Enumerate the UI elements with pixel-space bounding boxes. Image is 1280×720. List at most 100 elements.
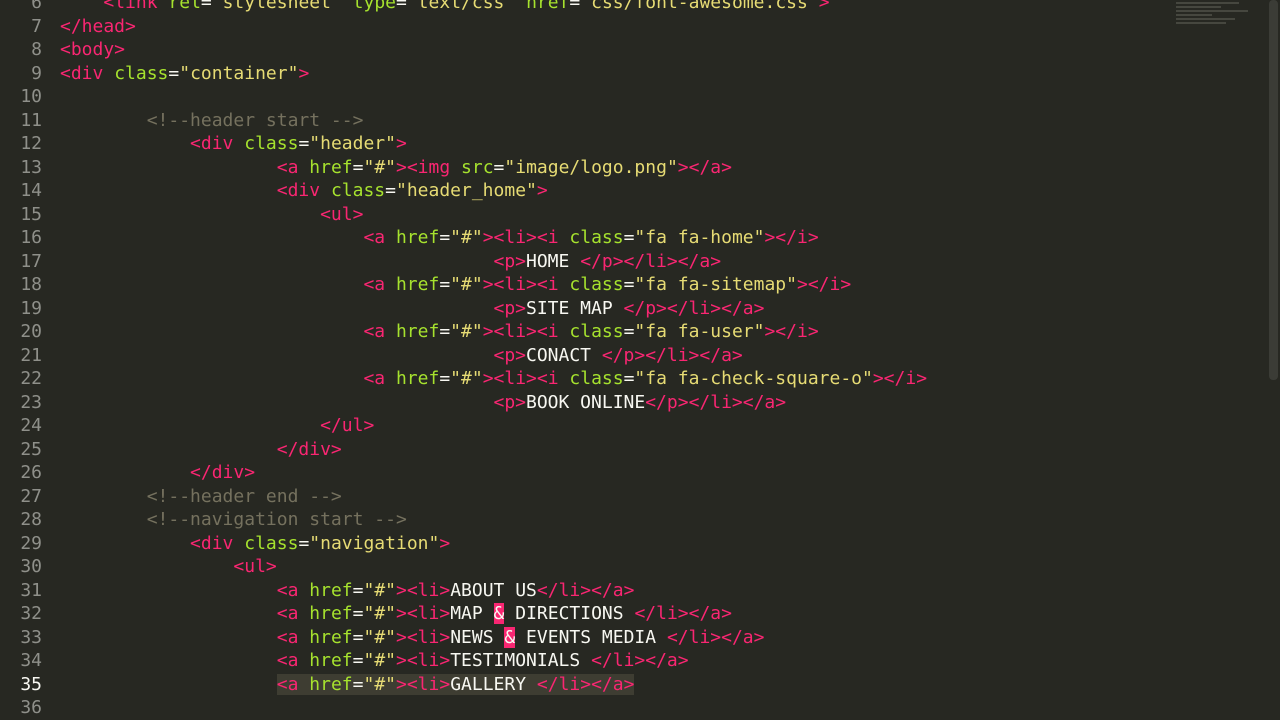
- code-line[interactable]: <a href="#"><li><i class="fa fa-sitemap"…: [60, 273, 1240, 297]
- code-token: </p></li></a>: [623, 297, 765, 319]
- code-line[interactable]: <a href="#"><li><i class="fa fa-home"></…: [60, 226, 1240, 250]
- code-line[interactable]: <a href="#"><li>NEWS & EVENTS MEDIA </li…: [60, 626, 1240, 650]
- line-number: 16: [20, 227, 42, 248]
- code-line[interactable]: <a href="#"><img src="image/logo.png"></…: [60, 156, 1240, 180]
- code-token: href: [395, 274, 440, 295]
- code-token: href: [395, 368, 440, 389]
- code-line[interactable]: <div class="header">: [60, 132, 1240, 156]
- code-token: <a: [276, 626, 299, 648]
- vertical-scrollbar[interactable]: [1269, 0, 1278, 380]
- code-token: =: [623, 274, 635, 295]
- code-line[interactable]: <!--header start -->: [60, 109, 1240, 133]
- code-line[interactable]: <link rel="stylesheet" type="text/css" h…: [60, 0, 1240, 15]
- code-token: <a: [363, 321, 386, 342]
- code-token: <div: [276, 180, 321, 201]
- code-token: GALLERY: [450, 673, 537, 695]
- code-token: rel: [168, 0, 201, 13]
- line-number: 27: [20, 485, 42, 507]
- code-line[interactable]: </head>: [60, 15, 1240, 39]
- code-token: &: [504, 626, 516, 648]
- code-line[interactable]: <p>CONACT </p></li></a>: [60, 344, 1240, 368]
- line-number: 12: [20, 133, 42, 154]
- line-number: 15: [20, 203, 42, 225]
- code-token: &: [493, 603, 505, 624]
- code-editor[interactable]: 6 7 8 9 10 11 12 13 14 15 16 17 18 19 20 21 22 23 24 25 26 27…: [0, 0, 1280, 720]
- line-number-gutter: 6 7 8 9 10 11 12 13 14 15 16 17 18 19 20 21 22 23 24 25 26 27…: [0, 0, 42, 720]
- code-token: "#": [363, 603, 396, 624]
- code-token: </p></li></a>: [580, 250, 722, 272]
- code-token: href: [309, 579, 353, 601]
- code-line[interactable]: </div>: [60, 438, 1240, 462]
- code-token: >: [298, 62, 310, 84]
- line-number: 35: [20, 673, 42, 695]
- code-token: class: [569, 227, 624, 248]
- line-number: 23: [20, 391, 42, 413]
- code-token: type: [352, 0, 396, 13]
- code-line[interactable]: <a href="#"><li>GALLERY </li></a>: [60, 673, 1240, 697]
- code-line[interactable]: <a href="#"><li>ABOUT US</li></a>: [60, 579, 1240, 603]
- code-line[interactable]: </div>: [60, 461, 1240, 485]
- code-line[interactable]: <!--navigation start -->: [60, 508, 1240, 532]
- code-line[interactable]: <ul>: [60, 555, 1240, 579]
- code-token: EVENTS MEDIA: [515, 626, 667, 648]
- code-token: >: [439, 532, 451, 554]
- code-token: NEWS: [450, 626, 505, 648]
- code-token: ><li>: [396, 673, 451, 695]
- code-token: BOOK ONLINE: [526, 391, 646, 413]
- code-token: CONACT: [526, 344, 602, 366]
- code-token: src: [461, 156, 494, 178]
- code-token: SITE MAP: [526, 297, 624, 319]
- code-line[interactable]: <a href="#"><li>MAP & DIRECTIONS </li></…: [60, 602, 1240, 626]
- code-token: HOME: [526, 250, 581, 272]
- code-line[interactable]: [60, 85, 1240, 109]
- code-line[interactable]: </ul>: [60, 414, 1240, 438]
- code-line[interactable]: <div class="header_home">: [60, 179, 1240, 203]
- code-line[interactable]: <p>HOME </p></li></a>: [60, 250, 1240, 274]
- code-token: "#": [363, 650, 396, 671]
- line-number: 19: [20, 297, 42, 319]
- minimap[interactable]: [1176, 0, 1266, 48]
- code-token: ><li><i: [482, 368, 559, 389]
- code-token: ><img: [396, 156, 451, 178]
- code-token: <link: [103, 0, 158, 13]
- line-number: 31: [20, 579, 42, 601]
- code-line[interactable]: [60, 696, 1240, 720]
- code-token: ></i>: [796, 274, 852, 295]
- code-line[interactable]: <!--header end -->: [60, 485, 1240, 509]
- code-line[interactable]: <p>BOOK ONLINE</p></li></a>: [60, 391, 1240, 415]
- code-token: <ul>: [233, 556, 277, 577]
- code-token: "css/font-awesome.css": [580, 0, 819, 13]
- code-line[interactable]: <ul>: [60, 203, 1240, 227]
- code-line[interactable]: <div class="container">: [60, 62, 1240, 86]
- code-area[interactable]: <link rel="stylesheet" type="text/css" h…: [60, 0, 1240, 720]
- code-line[interactable]: <a href="#"><li><i class="fa fa-user"></…: [60, 320, 1240, 344]
- code-line[interactable]: <p>SITE MAP </p></li></a>: [60, 297, 1240, 321]
- code-token: ><li>: [396, 603, 451, 624]
- code-token: class: [244, 532, 299, 554]
- code-token: "text/css": [406, 0, 516, 13]
- code-token: ><li><i: [482, 321, 559, 342]
- code-token: ></i>: [764, 227, 819, 248]
- code-line[interactable]: <div class="navigation">: [60, 532, 1240, 556]
- code-token: <div: [190, 532, 234, 554]
- code-token: <div: [190, 133, 234, 154]
- code-token: ></i>: [872, 368, 928, 389]
- code-line[interactable]: <a href="#"><li>TESTIMONIALS </li></a>: [60, 649, 1240, 673]
- code-line[interactable]: <a href="#"><li><i class="fa fa-check-sq…: [60, 367, 1240, 391]
- code-token: ></i>: [764, 321, 819, 342]
- code-token: href: [309, 650, 353, 671]
- code-line[interactable]: <body>: [60, 38, 1240, 62]
- line-number: 24: [20, 415, 42, 436]
- code-token: <!--header end -->: [146, 485, 342, 507]
- code-token: href: [526, 0, 570, 13]
